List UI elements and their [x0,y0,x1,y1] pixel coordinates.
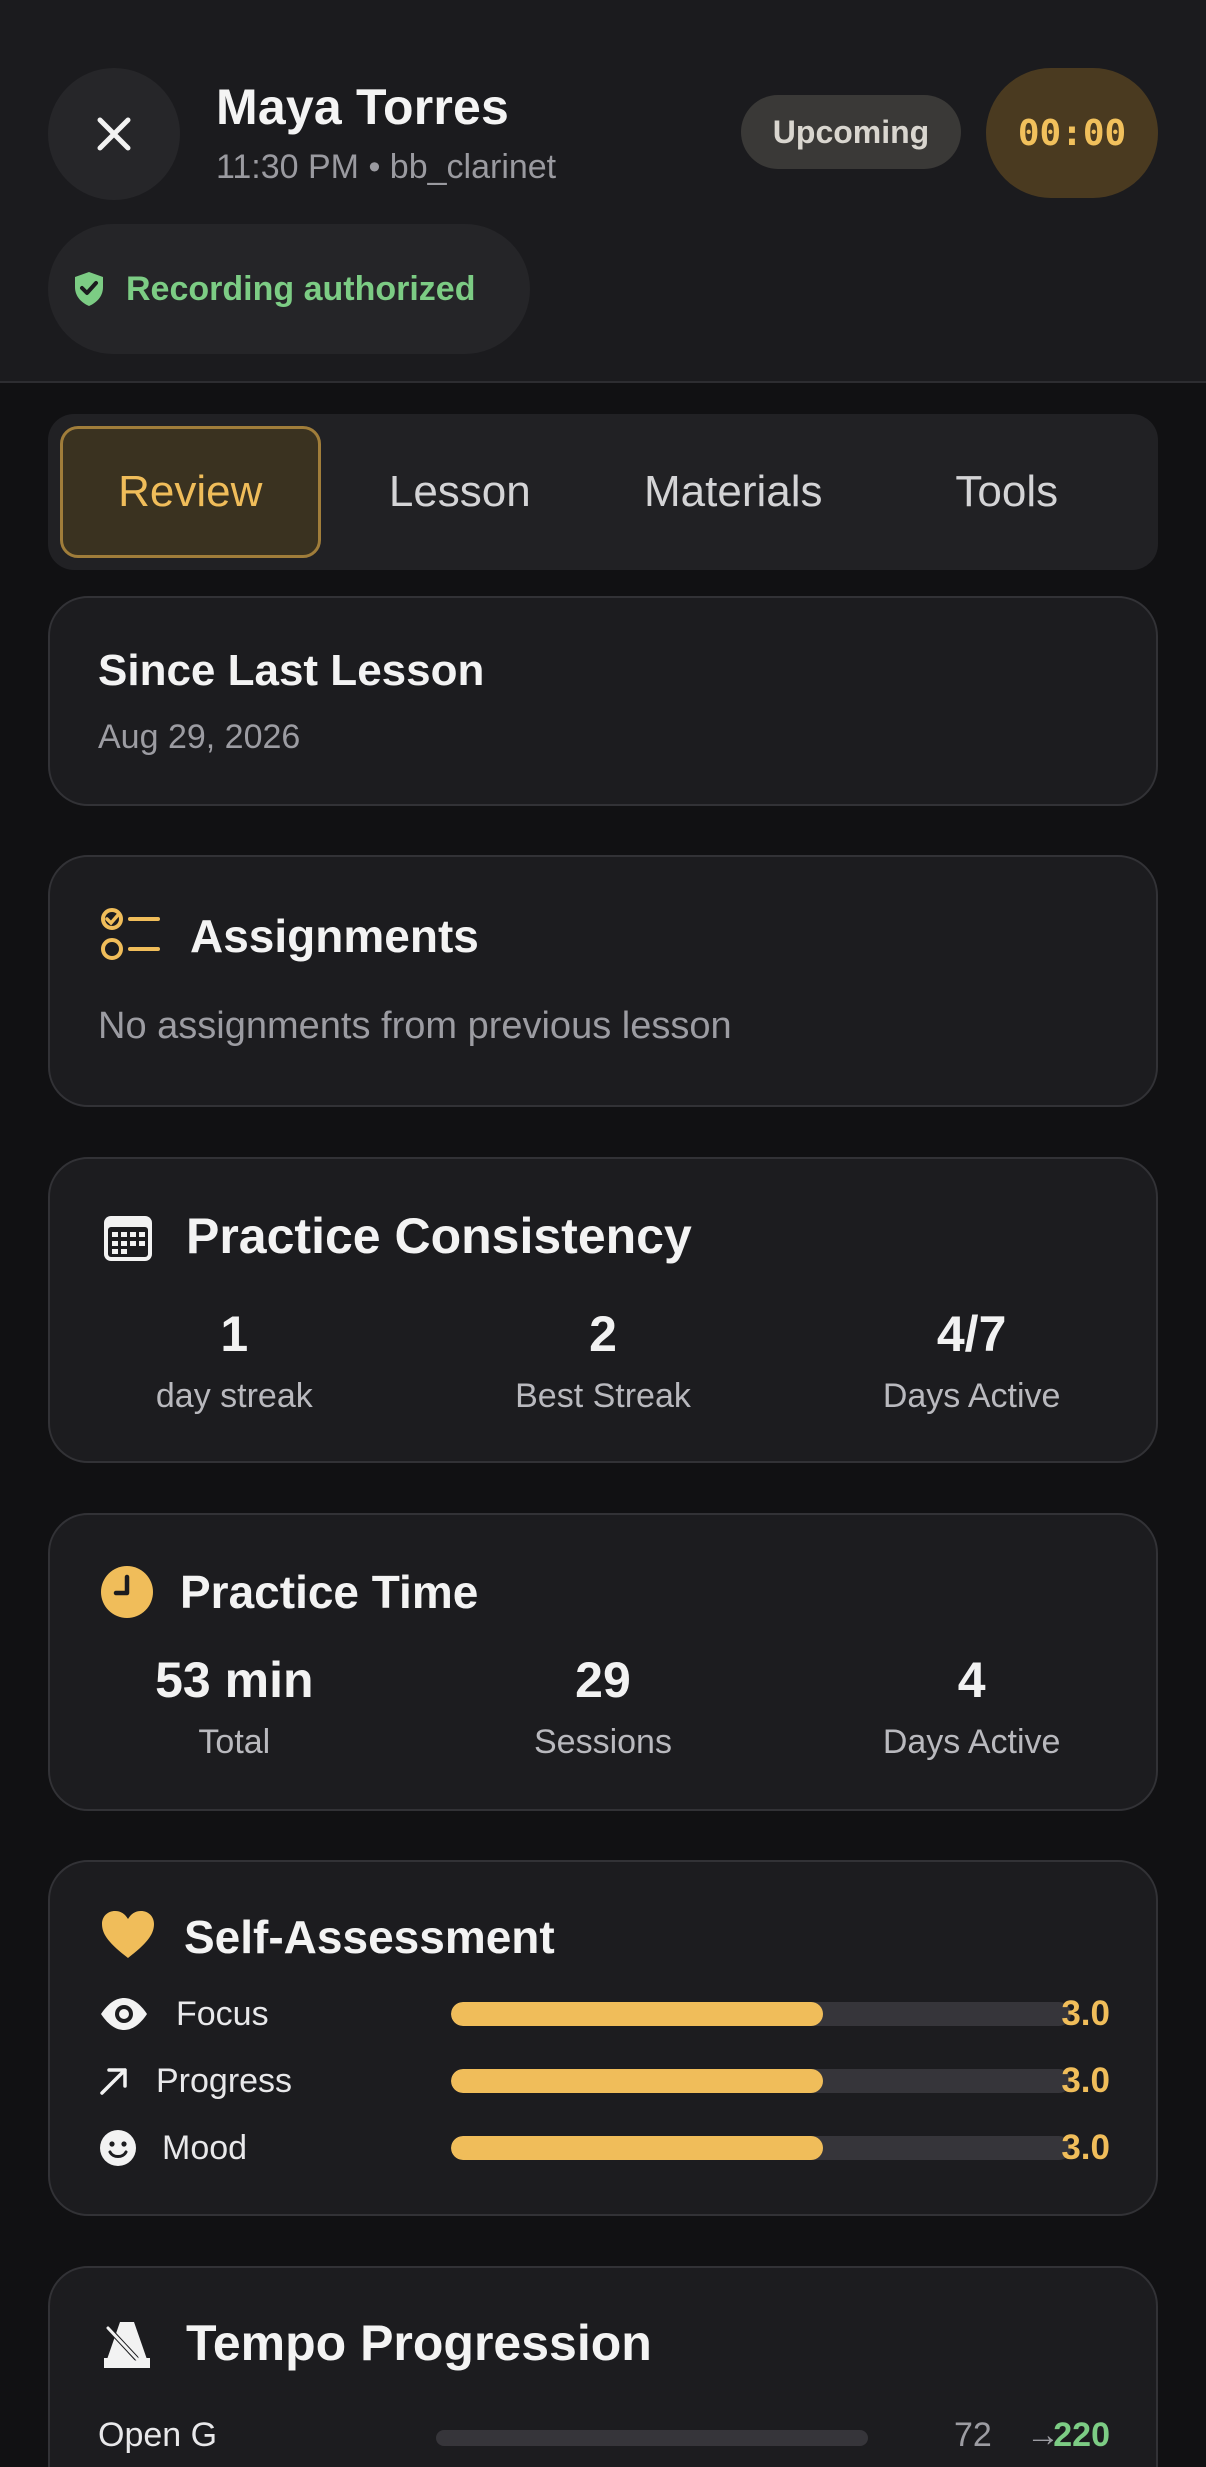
assessment-bar [451,2136,1071,2160]
assessment-score: 3.0 [1061,2128,1110,2167]
stat-label: Sessions [534,1723,672,1761]
stat-days-active: 4/7 Days Active [787,1305,1156,1416]
shield-check-icon [72,270,106,308]
arrow-up-right-icon [98,2066,130,2096]
close-icon [94,114,134,154]
self-assessment-title: Self-Assessment [184,1911,555,1963]
tempo-row: Open G 72 → 220 [98,2412,1110,2462]
assessment-bar [451,2002,1071,2026]
stat-total: 53 min Total [50,1651,419,1762]
calendar-icon [102,1213,154,1263]
practice-time-card: Practice Time 53 min Total 29 Sessions 4… [48,1513,1158,1811]
stat-value: 1 [220,1306,249,1362]
student-name: Maya Torres [216,79,510,135]
stat-value: 4 [957,1652,986,1708]
tempo-from: 72 [954,2416,992,2454]
stat-value: 2 [589,1306,617,1362]
assessment-score: 3.0 [1061,2061,1110,2100]
consistency-title: Practice Consistency [186,1208,692,1264]
tab-bar: Review Lesson Materials Tools [48,414,1158,570]
assessment-bar-fill [451,2002,823,2026]
tempo-bar [436,2430,868,2446]
assessment-bar-fill [451,2069,823,2093]
checklist-icon [100,907,160,963]
assessment-label: Progress [156,2061,293,2100]
eye-icon [98,1997,150,2031]
assessment-row-focus: Focus 3.0 [98,1986,1110,2042]
close-button[interactable] [48,68,180,200]
smiley-icon [98,2129,138,2167]
tab-lesson[interactable]: Lesson [321,426,599,558]
assessment-bar-fill [451,2136,823,2160]
status-badge: Upcoming [741,95,961,169]
stat-value: 53 min [155,1652,314,1708]
stat-value: 4/7 [936,1306,1007,1362]
assessment-bar [451,2069,1071,2093]
session-timer[interactable]: 00:00 [986,68,1158,198]
metronome-icon [100,2318,156,2372]
assessment-label: Mood [162,2128,248,2167]
consistency-stats: 1 day streak 2 Best Streak 4/7 Days Acti… [50,1305,1156,1416]
assignments-title: Assignments [190,910,479,962]
practice-time-stats: 53 min Total 29 Sessions 4 Days Active [50,1651,1156,1762]
assessment-label: Focus [176,1994,269,2033]
assessment-score: 3.0 [1061,1994,1110,2033]
assessment-row-progress: Progress 3.0 [98,2053,1110,2109]
stat-label: Best Streak [515,1377,691,1415]
recording-label: Recording authorized [126,269,476,308]
practice-consistency-card: Practice Consistency 1 day streak 2 Best… [48,1157,1158,1463]
tempo-title: Tempo Progression [186,2315,652,2371]
recording-authorized-badge: Recording authorized [48,224,530,354]
practice-time-title: Practice Time [180,1566,479,1618]
tempo-progression-card: Tempo Progression Open G 72 → 220 [48,2266,1158,2467]
lesson-session-screen: Maya Torres 11:30 PM • bb_clarinet Upcom… [0,0,1206,2467]
since-last-date: Aug 29, 2026 [98,718,301,756]
stat-sessions: 29 Sessions [419,1651,788,1762]
tempo-to: 220 [1053,2416,1110,2454]
tempo-exercise-label: Open G [98,2416,218,2454]
stat-day-streak: 1 day streak [50,1305,419,1416]
tab-review[interactable]: Review [60,426,321,558]
assignments-card: Assignments No assignments from previous… [48,855,1158,1107]
clock-icon [100,1565,154,1619]
stat-label: Days Active [882,1723,1061,1761]
tab-materials[interactable]: Materials [599,426,868,558]
heart-icon [100,1910,156,1960]
session-header: Maya Torres 11:30 PM • bb_clarinet Upcom… [0,0,1206,383]
assessment-row-mood: Mood 3.0 [98,2120,1110,2176]
tab-tools[interactable]: Tools [868,426,1146,558]
stat-label: day streak [155,1377,313,1415]
stat-best-streak: 2 Best Streak [419,1305,788,1416]
stat-value: 29 [575,1652,631,1708]
since-last-title: Since Last Lesson [98,646,485,695]
stat-label: Total [198,1723,271,1761]
assignments-empty-text: No assignments from previous lesson [98,1005,732,1047]
self-assessment-card: Self-Assessment Focus 3.0 Progress 3.0 M… [48,1860,1158,2216]
stat-days-active: 4 Days Active [787,1651,1156,1762]
session-meta: 11:30 PM • bb_clarinet [216,148,557,186]
since-last-lesson-card: Since Last Lesson Aug 29, 2026 [48,596,1158,806]
stat-label: Days Active [882,1377,1061,1415]
